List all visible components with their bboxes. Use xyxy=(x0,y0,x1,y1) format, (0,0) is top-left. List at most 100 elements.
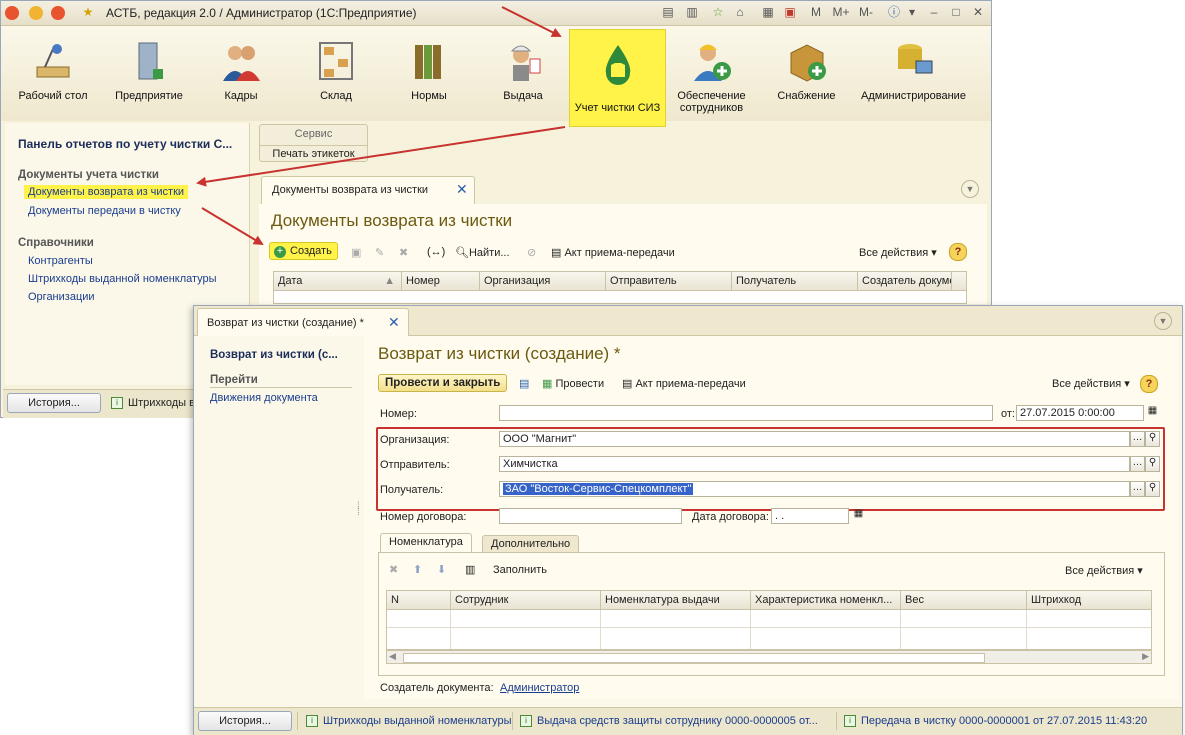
section-ppe-cleaning[interactable]: Учет чистки СИЗ xyxy=(569,29,666,127)
column-header[interactable]: Дата ▲ xyxy=(274,272,402,290)
date-field[interactable]: 27.07.2015 0:00:00 xyxy=(1016,405,1144,421)
post-and-close-button[interactable]: Провести и закрыть xyxy=(378,374,508,392)
section-warehouse[interactable]: Склад xyxy=(296,26,376,121)
recipient-field[interactable]: ЗАО "Восток-Сервис-Спецкомплект" xyxy=(499,481,1130,497)
stop-icon[interactable] xyxy=(51,6,65,20)
history-button[interactable]: История... xyxy=(7,393,101,413)
star-icon[interactable]: ★ xyxy=(79,4,97,20)
calendar-icon[interactable]: ▦ xyxy=(851,508,866,524)
splitter-handle[interactable]: ⁞ ⁞ xyxy=(357,502,360,518)
status-item[interactable]: i Передача в чистку 0000-0000001 от 27.07… xyxy=(844,715,1147,728)
tab-nomenclature[interactable]: Номенклатура xyxy=(380,533,472,553)
section-norms[interactable]: Нормы xyxy=(389,26,469,121)
move-up-icon[interactable]: ⬆ xyxy=(413,563,422,576)
collapse-circle-icon[interactable]: ▼ xyxy=(961,180,979,198)
section-procurement[interactable]: Снабжение xyxy=(764,26,849,121)
calendar-icon[interactable]: ▦ xyxy=(1145,405,1160,421)
minimize-icon[interactable]: – xyxy=(925,4,943,20)
move-down-icon[interactable]: ⬇ xyxy=(437,563,446,576)
horizontal-scrollbar[interactable]: ◀ ▶ xyxy=(386,650,1152,664)
calculator-icon[interactable]: ▦ xyxy=(759,4,777,20)
fill-button[interactable]: Заполнить xyxy=(493,564,547,576)
save-icon[interactable]: ▤ xyxy=(659,4,677,20)
column-header[interactable]: Отправитель xyxy=(606,272,732,290)
table-row[interactable] xyxy=(387,627,1151,628)
act-button[interactable]: ▤ Акт приема-передачи xyxy=(622,377,746,390)
nav-link-contractors[interactable]: Контрагенты xyxy=(28,255,93,267)
close-icon[interactable]: ✕ xyxy=(969,4,987,20)
maximize-icon[interactable]: □ xyxy=(947,4,965,20)
column-header[interactable]: N xyxy=(387,591,451,609)
history-button[interactable]: История... xyxy=(198,711,292,731)
tab-return-docs[interactable]: Документы возврата из чистки ✕ xyxy=(261,176,475,204)
scroll-right-icon[interactable]: ▶ xyxy=(1142,651,1149,662)
print-icon[interactable]: ▥ xyxy=(683,4,701,20)
section-enterprise[interactable]: Предприятие xyxy=(109,26,189,121)
memory-button[interactable]: M xyxy=(809,4,823,20)
scrollbar-thumb[interactable] xyxy=(403,653,985,663)
delete-row-icon[interactable]: ✖ xyxy=(389,563,398,576)
list-body[interactable] xyxy=(273,291,967,304)
all-actions-menu[interactable]: Все действия ▾ xyxy=(1052,377,1130,390)
table-body[interactable] xyxy=(386,610,1152,650)
close-tab-icon[interactable]: ✕ xyxy=(388,314,400,331)
act-button[interactable]: ▤ Акт приема-передачи xyxy=(551,246,675,259)
contract-number-field[interactable] xyxy=(499,508,682,524)
section-issue[interactable]: Выдача xyxy=(483,26,563,121)
barcode-icon[interactable]: ▥ xyxy=(465,563,475,576)
help-button[interactable]: ? xyxy=(949,243,967,261)
favorites-add-icon[interactable]: ☆ xyxy=(709,4,727,20)
column-header[interactable]: Вес xyxy=(901,591,1027,609)
all-actions-menu[interactable]: Все действия ▾ xyxy=(859,246,937,259)
post-button[interactable]: ▦ Провести xyxy=(542,377,604,390)
nav-link-return-docs[interactable]: Документы возврата из чистки xyxy=(24,185,189,199)
select-button[interactable]: … xyxy=(1130,431,1145,447)
print-labels-command[interactable]: Печать этикеток xyxy=(260,145,367,160)
open-search-icon[interactable]: ⚲ xyxy=(1145,481,1160,497)
section-desktop[interactable]: Рабочий стол xyxy=(13,26,93,121)
menu-dropdown-icon[interactable] xyxy=(29,6,43,20)
memory-plus-button[interactable]: M+ xyxy=(831,4,851,20)
column-header[interactable]: Сотрудник xyxy=(451,591,601,609)
column-header[interactable]: Номенклатура выдачи xyxy=(601,591,751,609)
copy-icon[interactable]: ▣ xyxy=(351,246,361,259)
status-item[interactable]: i Штрихкоды выданной номенклатуры xyxy=(306,715,512,728)
number-field[interactable] xyxy=(499,405,993,421)
column-header[interactable]: Организация xyxy=(480,272,606,290)
select-button[interactable]: … xyxy=(1130,481,1145,497)
status-item[interactable]: i Выдача средств защиты сотруднику 0000-0… xyxy=(520,715,818,728)
nav-link-barcodes[interactable]: Штрихкоды выданной номенклатуры xyxy=(28,273,217,285)
memory-minus-button[interactable]: M- xyxy=(857,4,875,20)
contract-date-field[interactable]: . . xyxy=(771,508,849,524)
bookmark-icon[interactable]: ⌂ xyxy=(731,4,749,20)
column-header[interactable]: Создатель докуме xyxy=(858,272,952,290)
calendar-icon[interactable]: ▣ xyxy=(781,4,799,20)
chevron-down-icon[interactable]: ▾ xyxy=(903,4,921,20)
edit-icon[interactable]: ✎ xyxy=(375,246,384,259)
sender-field[interactable]: Химчистка xyxy=(499,456,1130,472)
column-header[interactable]: Штрихкод xyxy=(1027,591,1151,609)
collapse-circle-icon[interactable]: ▼ xyxy=(1154,312,1172,330)
tab-additional[interactable]: Дополнительно xyxy=(482,535,580,553)
create-button[interactable]: + Создать xyxy=(269,242,338,260)
section-employee-supply[interactable]: Обеспечение сотрудников xyxy=(669,26,754,121)
organization-field[interactable]: ООО "Магнит" xyxy=(499,431,1130,447)
app-1c-icon[interactable] xyxy=(5,6,19,20)
status-item[interactable]: i Штрихкоды в xyxy=(111,397,195,410)
column-header[interactable]: Номер xyxy=(402,272,480,290)
document-movements-link[interactable]: Движения документа xyxy=(210,392,318,404)
open-search-icon[interactable]: ⚲ xyxy=(1145,431,1160,447)
document-nav-title[interactable]: Возврат из чистки (с... xyxy=(210,349,338,361)
cancel-search-icon[interactable]: ⊘ xyxy=(527,246,536,259)
column-header[interactable]: Получатель xyxy=(732,272,858,290)
select-button[interactable]: … xyxy=(1130,456,1145,472)
section-administration[interactable]: Администрирование xyxy=(856,26,971,121)
find-button[interactable]: 🔍︎Найти... xyxy=(455,246,510,259)
delete-icon[interactable]: ✖ xyxy=(399,246,408,259)
section-hr[interactable]: Кадры xyxy=(201,26,281,121)
nav-link-organizations[interactable]: Организации xyxy=(28,291,95,303)
creator-link[interactable]: Администратор xyxy=(500,682,579,694)
close-tab-icon[interactable]: ✕ xyxy=(456,181,468,198)
open-search-icon[interactable]: ⚲ xyxy=(1145,456,1160,472)
all-actions-menu[interactable]: Все действия ▾ xyxy=(1065,564,1143,577)
